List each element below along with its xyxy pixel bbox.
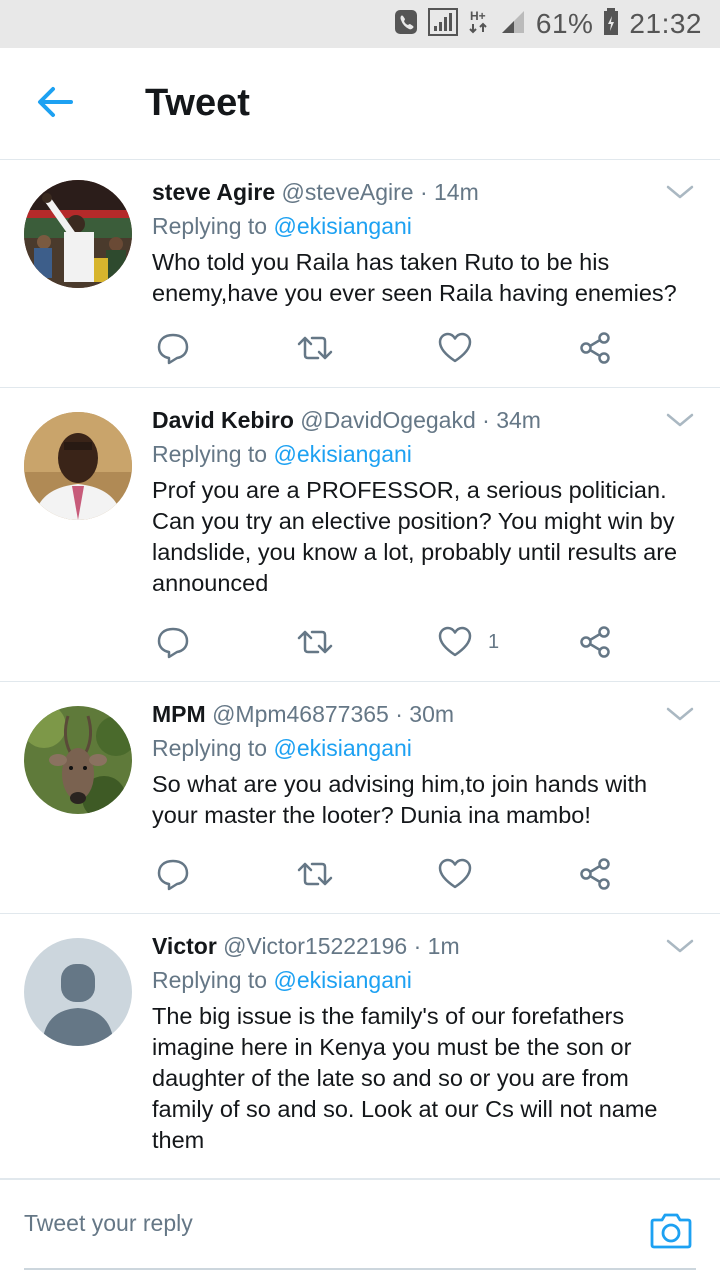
camera-button[interactable]	[650, 1210, 692, 1250]
tweet-time: · 34m	[482, 407, 541, 433]
tweet-time: · 30m	[395, 701, 455, 727]
retweet-button[interactable]	[296, 854, 334, 894]
share-icon	[578, 857, 612, 891]
like-button[interactable]	[438, 854, 488, 894]
replying-label: Replying to	[152, 441, 268, 467]
like-button[interactable]: 1	[438, 622, 499, 662]
back-button[interactable]	[30, 82, 80, 126]
camera-icon	[650, 1213, 692, 1254]
tweet-menu-button[interactable]	[666, 410, 694, 430]
battery-percent: 61%	[535, 8, 594, 39]
replying-to: Replying to @ekisiangani	[152, 732, 690, 764]
tweet[interactable]: David Kebiro @DavidOgegakd · 34m Replyin…	[0, 388, 720, 682]
tweet-actions	[152, 854, 622, 894]
author-name[interactable]: David Kebiro	[152, 407, 294, 433]
tweet[interactable]: MPM @Mpm46877365 · 30m Replying to @ekis…	[0, 682, 720, 914]
reply-input[interactable]: Tweet your reply	[24, 1210, 193, 1237]
reply-input-underline	[24, 1268, 696, 1270]
replying-to: Replying to @ekisiangani	[152, 438, 690, 470]
chevron-down-icon	[666, 185, 694, 206]
chevron-down-icon	[666, 939, 694, 960]
author-name[interactable]: steve Agire	[152, 179, 275, 205]
reply-button[interactable]	[156, 622, 190, 662]
like-icon	[438, 858, 472, 890]
network-type-icon: H+	[468, 8, 490, 41]
reply-bar: Tweet your reply	[0, 1178, 720, 1280]
tweet-meta: MPM @Mpm46877365 · 30m	[152, 698, 690, 730]
author-name[interactable]: Victor	[152, 933, 217, 959]
avatar[interactable]	[24, 412, 132, 520]
tweet[interactable]: steve Agire @steveAgire · 14m Replying t…	[0, 160, 720, 388]
tweet-text: Who told you Raila has taken Ruto to be …	[152, 249, 677, 306]
tweet-text: So what are you advising him,to join han…	[152, 771, 648, 828]
retweet-icon	[296, 857, 334, 891]
tweet-content: MPM @Mpm46877365 · 30m Replying to @ekis…	[152, 698, 690, 831]
replying-handle[interactable]: @ekisiangani	[273, 735, 411, 761]
retweet-icon	[296, 331, 334, 365]
share-icon	[578, 625, 612, 659]
status-bar: H+ 61% 21:32	[0, 0, 720, 48]
chevron-down-icon	[666, 413, 694, 434]
svg-text:H+: H+	[470, 9, 486, 23]
reply-button[interactable]	[156, 854, 190, 894]
reply-button[interactable]	[156, 328, 190, 368]
avatar[interactable]	[24, 180, 132, 288]
author-handle[interactable]: @steveAgire	[282, 179, 414, 205]
tweet[interactable]: Victor @Victor15222196 · 1m Replying to …	[0, 914, 720, 1178]
tweet-text: Prof you are a PROFESSOR, a serious poli…	[152, 477, 678, 596]
retweet-icon	[296, 625, 334, 659]
share-button[interactable]	[578, 622, 612, 662]
cell-signal-icon	[500, 9, 526, 40]
signal-icon	[427, 7, 458, 41]
tweet-actions: 1	[152, 622, 622, 662]
header: Tweet	[0, 48, 720, 160]
like-icon	[438, 332, 472, 364]
clock: 21:32	[629, 8, 702, 39]
page-title: Tweet	[145, 82, 250, 124]
chevron-down-icon	[666, 707, 694, 728]
author-handle[interactable]: @DavidOgegakd	[300, 407, 476, 433]
replying-handle[interactable]: @ekisiangani	[273, 967, 411, 993]
author-handle[interactable]: @Mpm46877365	[212, 701, 389, 727]
tweet-content: David Kebiro @DavidOgegakd · 34m Replyin…	[152, 404, 690, 599]
reply-icon	[156, 625, 190, 659]
like-count: 1	[488, 630, 500, 653]
replying-to: Replying to @ekisiangani	[152, 964, 690, 996]
share-button[interactable]	[578, 328, 612, 368]
tweet-menu-button[interactable]	[666, 182, 694, 202]
call-icon	[394, 9, 418, 40]
author-handle[interactable]: @Victor15222196	[223, 933, 407, 959]
replying-label: Replying to	[152, 967, 268, 993]
share-icon	[578, 331, 612, 365]
author-name[interactable]: MPM	[152, 701, 206, 727]
tweet-meta: David Kebiro @DavidOgegakd · 34m	[152, 404, 690, 436]
like-icon	[438, 626, 472, 658]
replying-handle[interactable]: @ekisiangani	[273, 213, 411, 239]
replying-label: Replying to	[152, 735, 268, 761]
status-icons: H+ 61% 21:32	[394, 0, 702, 48]
back-arrow-icon	[37, 86, 73, 123]
retweet-button[interactable]	[296, 328, 334, 368]
avatar[interactable]	[24, 706, 132, 814]
tweet-actions	[152, 328, 622, 368]
tweet-meta: steve Agire @steveAgire · 14m	[152, 176, 690, 208]
replying-to: Replying to @ekisiangani	[152, 210, 690, 242]
tweet-menu-button[interactable]	[666, 936, 694, 956]
reply-icon	[156, 857, 190, 891]
replying-handle[interactable]: @ekisiangani	[273, 441, 411, 467]
battery-icon	[603, 7, 619, 41]
tweet-menu-button[interactable]	[666, 704, 694, 724]
tweet-content: Victor @Victor15222196 · 1m Replying to …	[152, 930, 690, 1156]
avatar[interactable]	[24, 938, 132, 1046]
tweet-meta: Victor @Victor15222196 · 1m	[152, 930, 690, 962]
reply-icon	[156, 331, 190, 365]
replying-label: Replying to	[152, 213, 268, 239]
tweet-content: steve Agire @steveAgire · 14m Replying t…	[152, 176, 690, 309]
like-button[interactable]	[438, 328, 488, 368]
share-button[interactable]	[578, 854, 612, 894]
tweet-text: The big issue is the family's of our for…	[152, 1003, 658, 1153]
retweet-button[interactable]	[296, 622, 334, 662]
tweet-time: · 1m	[413, 933, 460, 959]
tweet-time: · 14m	[419, 179, 479, 205]
